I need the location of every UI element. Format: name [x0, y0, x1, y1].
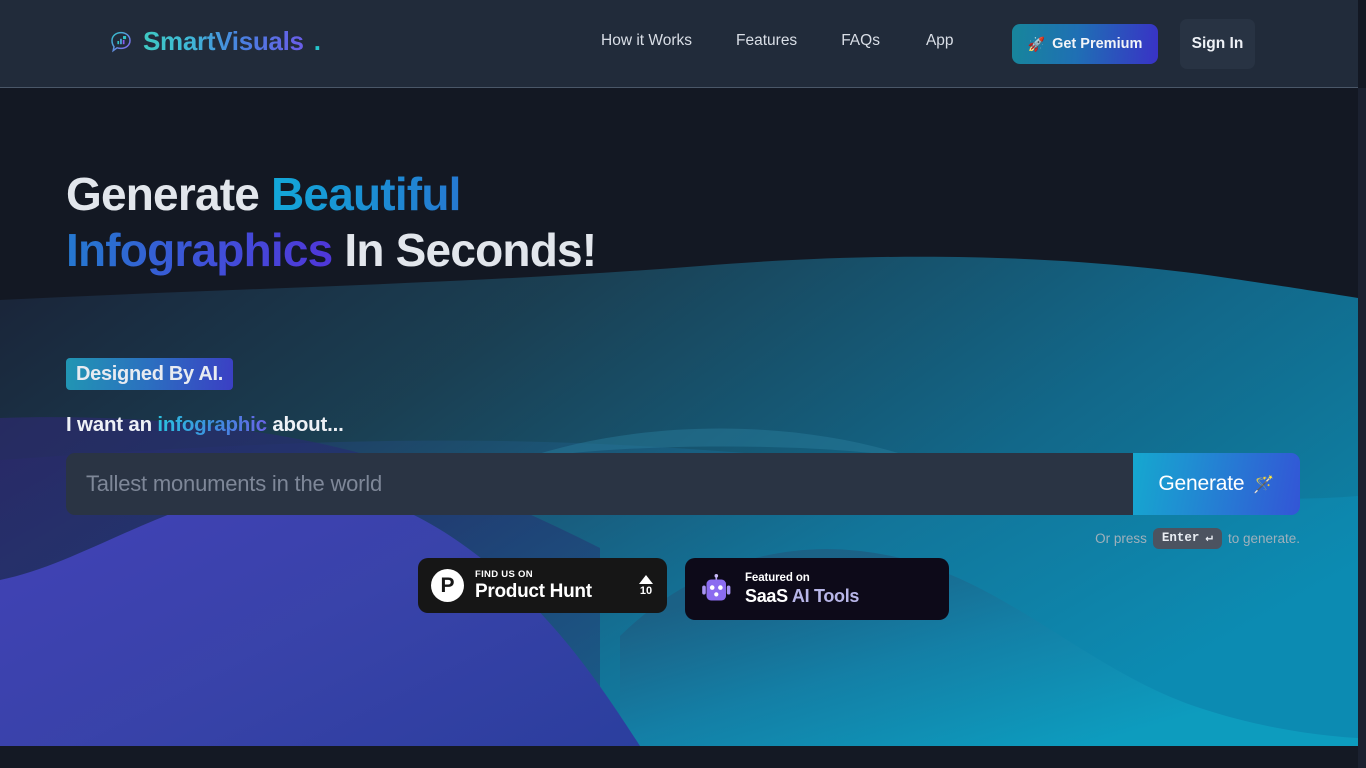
headline-part-1: Generate: [66, 168, 272, 220]
brand-dot: .: [313, 26, 321, 56]
saas-ai-tools-kicker: Featured on: [745, 572, 810, 584]
product-hunt-upvote-count: 10: [639, 584, 653, 597]
product-hunt-logo-letter: P: [440, 573, 455, 597]
robot-icon: [701, 573, 732, 605]
designed-by-ai-badge: Designed By AI.: [66, 358, 234, 390]
enter-hint-after: to generate.: [1227, 530, 1300, 546]
product-hunt-text: FIND US ON Product Hunt: [475, 569, 639, 602]
get-premium-label: Get Premium: [1052, 36, 1143, 52]
enter-hint-before: Or press: [1095, 530, 1147, 546]
chat-bubble-chart-icon: [108, 29, 134, 55]
prompt-label-highlight: infographic: [157, 413, 267, 436]
prompt-label-before: I want an: [66, 413, 158, 436]
saas-name-part-1: SaaS: [745, 586, 788, 606]
page-title: Generate Beautiful Infographics In Secon…: [66, 166, 706, 278]
product-hunt-logo-icon: P: [431, 569, 464, 602]
sign-in-label: Sign In: [1191, 35, 1244, 52]
social-proof-badges: P FIND US ON Product Hunt 10 Featured on…: [418, 558, 949, 620]
saas-ai-tools-name: SaaS AI Tools: [745, 586, 859, 607]
magic-wand-icon: 🪄: [1253, 474, 1275, 494]
prompt-row: Generate 🪄: [66, 453, 1300, 515]
saas-ai-tools-badge[interactable]: Featured on SaaS AI Tools: [685, 558, 949, 620]
get-premium-button[interactable]: 🚀 Get Premium: [1012, 24, 1158, 64]
nav-item-app[interactable]: App: [926, 32, 954, 50]
brand-logo[interactable]: SmartVisuals .: [108, 26, 321, 57]
generate-button[interactable]: Generate 🪄: [1133, 453, 1300, 515]
saas-ai-tools-text: Featured on SaaS AI Tools: [745, 571, 859, 607]
product-hunt-kicker: FIND US ON: [475, 569, 533, 580]
landing-page: SmartVisuals . How it Works Features FAQ…: [0, 0, 1366, 768]
enter-hint: Or press Enter ↵ to generate.: [66, 528, 1300, 549]
enter-key-badge: Enter ↵: [1152, 528, 1222, 549]
enter-return-icon: ↵: [1205, 531, 1213, 545]
sign-in-button[interactable]: Sign In: [1180, 19, 1255, 69]
designed-by-ai-label: Designed By AI.: [76, 362, 224, 385]
prompt-input[interactable]: [66, 453, 1133, 515]
product-hunt-name: Product Hunt: [475, 581, 592, 602]
nav-item-features[interactable]: Features: [736, 32, 841, 50]
site-header: SmartVisuals . How it Works Features FAQ…: [0, 0, 1358, 88]
nav-item-faqs[interactable]: FAQs: [841, 32, 926, 50]
bottom-bar: [0, 746, 1366, 768]
prompt-label: I want an infographic about...: [66, 413, 344, 437]
rocket-icon: 🚀: [1027, 36, 1046, 52]
vertical-scrollbar[interactable]: [1358, 88, 1366, 768]
product-hunt-badge[interactable]: P FIND US ON Product Hunt 10: [418, 558, 667, 613]
headline-part-2: In Seconds!: [332, 224, 597, 276]
generate-label: Generate: [1158, 472, 1245, 495]
triangle-up-icon: [639, 574, 653, 584]
main-navigation: How it Works Features FAQs App: [601, 32, 954, 50]
enter-key-label: Enter: [1161, 531, 1200, 545]
product-hunt-upvote[interactable]: 10: [639, 574, 653, 597]
nav-item-how-it-works[interactable]: How it Works: [601, 32, 736, 50]
saas-name-part-2: AI Tools: [787, 586, 860, 606]
prompt-label-after: about...: [266, 413, 344, 436]
brand-name: SmartVisuals: [143, 26, 304, 56]
